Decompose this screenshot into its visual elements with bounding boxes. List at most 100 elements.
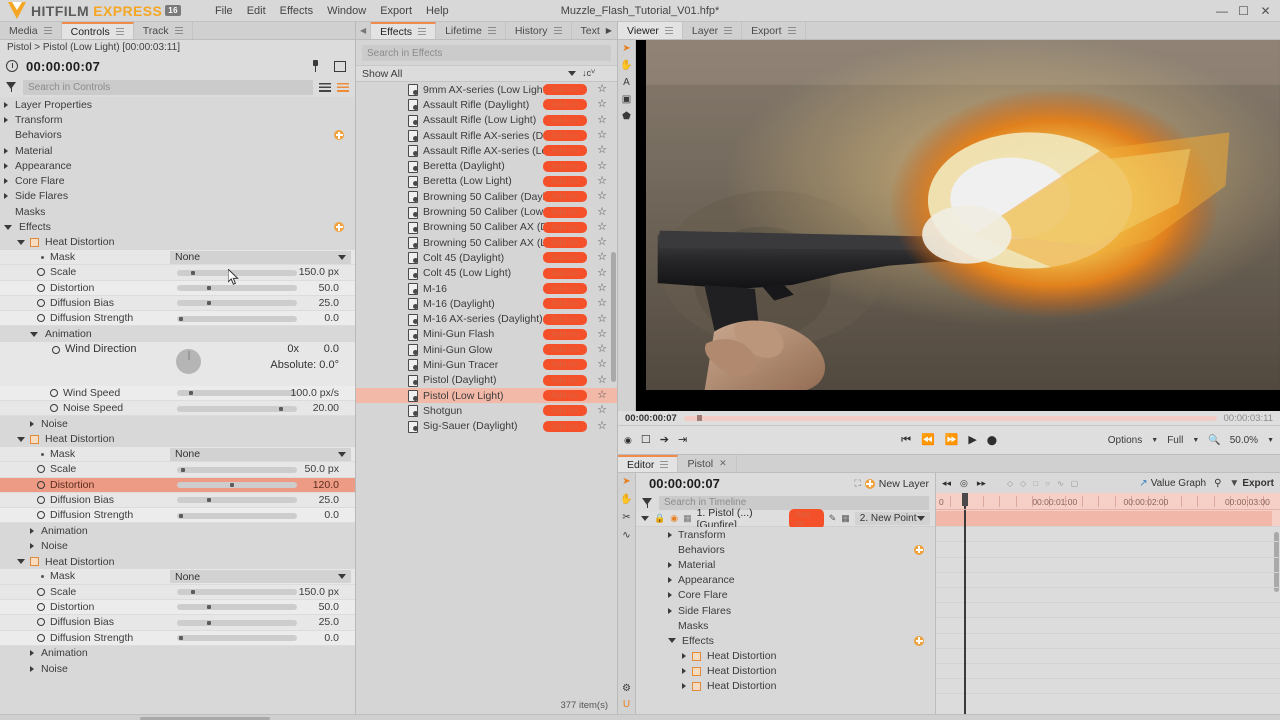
filter-icon[interactable] <box>6 82 17 92</box>
effect-header-heat-distortion[interactable]: Heat Distortion <box>0 234 355 250</box>
disclosure-icon[interactable] <box>682 668 686 675</box>
timeline-tree-row[interactable]: Transform <box>636 527 935 542</box>
slider-knob[interactable] <box>207 605 211 610</box>
disclosure-icon[interactable] <box>30 543 34 550</box>
step-forward-button[interactable]: ⏩ <box>945 434 959 446</box>
minimize-icon[interactable]: — <box>1216 4 1228 18</box>
wind-degrees-value[interactable]: 0.0 <box>324 343 339 355</box>
property-group-noise[interactable]: Noise <box>0 661 355 677</box>
mask-select[interactable]: None <box>170 250 351 264</box>
select-tool-icon[interactable]: ➤ <box>622 44 630 54</box>
visibility-icon[interactable]: ◉ <box>670 513 678 524</box>
tab-media[interactable]: Media <box>0 22 62 39</box>
property-slider[interactable] <box>177 482 297 489</box>
keyframe-stopwatch-icon[interactable] <box>37 618 45 627</box>
viewer-current-timecode[interactable]: 00:00:00:07 <box>625 413 677 424</box>
slider-knob[interactable] <box>191 270 196 275</box>
property-row-mask[interactable]: Mask None <box>0 446 355 463</box>
disclosure-icon[interactable] <box>4 162 8 169</box>
effect-enable-checkbox[interactable] <box>30 237 39 247</box>
property-value[interactable]: 0.0 <box>324 509 339 521</box>
controls-property-list[interactable]: Layer Properties Transform Behaviors Materi… <box>0 97 355 714</box>
effect-list-item[interactable]: Assault Rifle (Low Light) Add-on ☆ <box>356 113 617 128</box>
color-tool-icon[interactable]: ⬟ <box>622 112 631 122</box>
slider-knob[interactable] <box>180 467 185 472</box>
property-row-scale[interactable]: Scale 50.0 px <box>0 462 355 478</box>
disclosure-icon[interactable] <box>682 683 686 690</box>
keyframe-stopwatch-icon[interactable] <box>37 480 45 489</box>
add-icon[interactable] <box>914 544 924 555</box>
effect-enable-checkbox[interactable] <box>30 434 39 444</box>
slider-knob[interactable] <box>207 301 211 306</box>
keyframe-stopwatch-icon[interactable] <box>37 633 45 642</box>
property-group-layer-properties[interactable]: Layer Properties <box>0 97 355 113</box>
property-group-noise[interactable]: Noise <box>0 538 355 555</box>
favorite-star-icon[interactable]: ☆ <box>597 344 607 355</box>
effect-list-item[interactable]: Pistol (Low Light) Add-on ☆ <box>356 387 617 404</box>
disclosure-icon[interactable] <box>30 650 34 657</box>
property-group-material[interactable]: Material <box>0 142 355 159</box>
slice-tool-icon[interactable]: ✂ <box>622 513 630 523</box>
edit-icon[interactable]: ✎ <box>829 513 837 524</box>
value-graph-button[interactable]: ↗ Value Graph <box>1139 478 1206 489</box>
favorite-star-icon[interactable]: ☆ <box>597 145 607 156</box>
tab-menu-icon[interactable] <box>115 28 124 35</box>
step-back-button[interactable]: ⏪ <box>921 434 935 446</box>
property-row-diffusion-bias[interactable]: Diffusion Bias 25.0 <box>0 295 355 312</box>
disclosure-icon[interactable] <box>4 147 8 154</box>
tab-menu-icon[interactable] <box>174 27 183 34</box>
chevron-down-icon[interactable] <box>568 71 577 76</box>
effect-list-item[interactable]: Mini-Gun Tracer Add-on ☆ <box>356 357 617 372</box>
property-value[interactable]: 25.0 <box>319 616 339 628</box>
keyframe-copy-icon[interactable]: ▢ <box>1071 479 1079 488</box>
filter-icon[interactable] <box>642 497 653 508</box>
effect-list-item[interactable]: M-16 (Daylight) Add-on ☆ <box>356 296 617 311</box>
property-slider[interactable] <box>177 635 297 641</box>
disclosure-icon[interactable] <box>668 561 672 568</box>
prev-keyframe-icon[interactable]: ◂◂ <box>942 478 951 488</box>
maximize-icon[interactable]: ☐ <box>1238 4 1249 18</box>
add-icon[interactable] <box>334 130 344 141</box>
slider-knob[interactable] <box>207 286 211 291</box>
menu-item-edit[interactable]: Edit <box>247 5 266 17</box>
effect-list-item[interactable]: Sig-Sauer (Daylight) Add-on ☆ <box>356 419 617 434</box>
close-icon[interactable]: ✕ <box>1260 4 1271 18</box>
property-slider[interactable] <box>177 285 297 292</box>
property-row-diffusion-strength[interactable]: Diffusion Strength 0.0 <box>0 311 355 327</box>
timeline-tree-row[interactable]: Heat Distortion <box>636 664 935 679</box>
property-value[interactable]: 50.0 <box>319 601 339 613</box>
tab-menu-icon[interactable] <box>664 27 673 34</box>
disclosure-icon[interactable] <box>4 178 8 185</box>
favorite-star-icon[interactable]: ☆ <box>597 374 607 386</box>
slider-knob[interactable] <box>179 636 184 640</box>
play-button[interactable]: ▶ <box>968 434 976 446</box>
transparency-icon[interactable]: ▦ <box>841 513 850 524</box>
property-group-animation[interactable]: Animation <box>0 645 355 662</box>
property-value[interactable]: 50.0 px <box>305 463 339 475</box>
keyframe-stopwatch-icon[interactable] <box>37 299 45 307</box>
viewer-canvas[interactable] <box>636 40 1280 411</box>
effect-list-item[interactable]: Browning 50 Caliber (Daylight)Add-on ☆ <box>356 189 617 204</box>
add-icon[interactable] <box>914 635 924 646</box>
property-slider[interactable] <box>177 604 297 611</box>
tab-export[interactable]: Export <box>742 22 806 39</box>
disclosure-icon[interactable] <box>30 528 34 535</box>
menu-item-effects[interactable]: Effects <box>280 5 313 17</box>
pin-icon[interactable] <box>311 60 320 72</box>
disclosure-icon[interactable] <box>4 116 8 123</box>
property-row-distortion[interactable]: Distortion 120.0 <box>0 477 355 493</box>
slider-knob[interactable] <box>207 498 211 503</box>
disclosure-icon[interactable] <box>668 531 672 538</box>
effect-list-item[interactable]: Colt 45 (Low Light) Add-on ☆ <box>356 266 617 281</box>
tab-menu-icon[interactable] <box>418 28 427 35</box>
slider-knob[interactable] <box>191 590 196 595</box>
record-button[interactable]: ⬤ <box>987 435 997 445</box>
tab-menu-icon[interactable] <box>553 27 562 34</box>
timeline-tree-row[interactable]: Core Flare <box>636 588 935 603</box>
property-group-appearance[interactable]: Appearance <box>0 158 355 174</box>
property-value[interactable]: 100.0 px/s <box>291 387 339 399</box>
select-tool-icon[interactable]: ➤ <box>622 477 630 487</box>
chevron-down-icon[interactable] <box>17 239 25 245</box>
keyframe-stopwatch-icon[interactable] <box>52 345 60 354</box>
tabbar-back-arrow[interactable]: ◀ <box>356 22 372 39</box>
